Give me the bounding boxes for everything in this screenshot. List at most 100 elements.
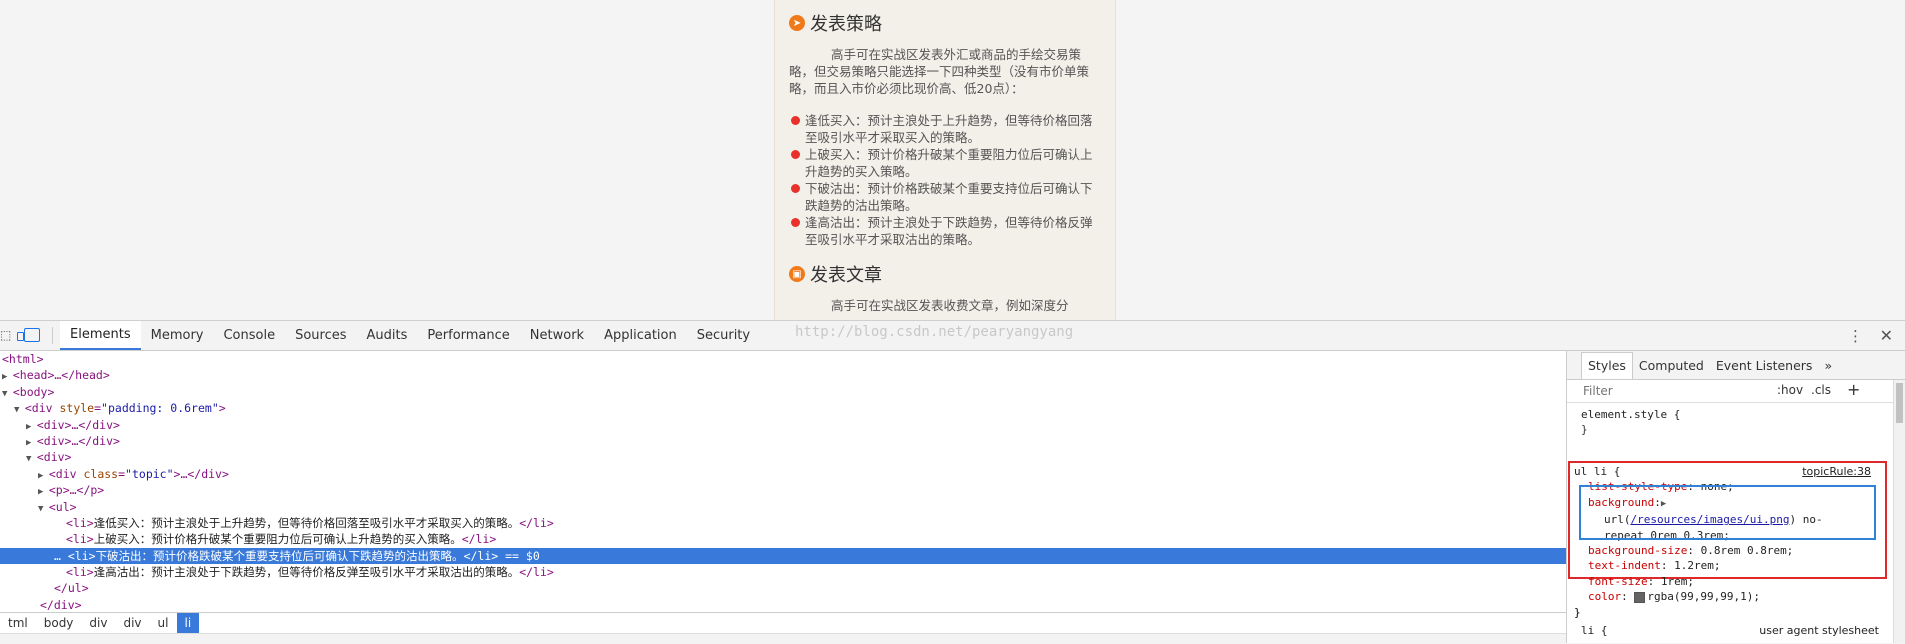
expand-triangle-icon[interactable]: ▶ xyxy=(38,471,49,481)
dom-node-div[interactable]: ▶ <div>…</div> xyxy=(0,433,1566,449)
sidebar-tabs: Styles Computed Event Listeners » xyxy=(1567,351,1905,380)
dom-node-li[interactable]: <li>逢低买入：预计主浪处于上升趋势，但等待价格回落至吸引水平才采取买入的策略… xyxy=(0,515,1566,531)
expand-triangle-icon[interactable]: ▶ xyxy=(26,422,37,432)
toolbar-divider xyxy=(52,327,53,344)
dom-tree: <html> ▶ <head>…</head> ▼ <body> ▼ <div … xyxy=(0,351,1566,612)
devtools-toolbar: ⬚ Elements Memory Console Sources Audits… xyxy=(0,321,1905,351)
breadcrumb-ul[interactable]: ul xyxy=(150,613,177,633)
dom-node-div-padding[interactable]: ▼ <div style="padding: 0.6rem"> xyxy=(0,400,1566,416)
strategy-list: 逢低买入：预计主浪处于上升趋势，但等待价格回落至吸引水平才采取买入的策略。 上破… xyxy=(789,112,1101,248)
val-text-indent[interactable]: 1.2rem; xyxy=(1674,559,1720,572)
more-menu-icon[interactable]: ⋮ xyxy=(1848,327,1863,345)
ul-li-rule: ul li {topicRule:38 list-style-type: non… xyxy=(1568,461,1887,619)
section1-title-text: 发表策略 xyxy=(810,14,882,35)
prop-font-size[interactable]: font-size xyxy=(1588,575,1648,588)
tab-computed[interactable]: Computed xyxy=(1633,353,1710,379)
rule-selector[interactable]: ul li { xyxy=(1574,465,1620,478)
tab-event-listeners[interactable]: Event Listeners xyxy=(1710,353,1819,379)
section-title-articles: ▣ 发表文章 xyxy=(789,261,882,287)
dom-node-head[interactable]: ▶ <head>…</head> xyxy=(0,367,1566,383)
device-toolbar-icon[interactable] xyxy=(17,328,40,342)
list-item: 下破沽出：预计价格跌破某个重要支持位后可确认下跌趋势的沽出策略。 xyxy=(789,180,1101,214)
dom-node-li[interactable]: <li>逢高沽出：预计主浪处于下跌趋势，但等待价格反弹至吸引水平才采取沽出的策略… xyxy=(0,564,1566,580)
tab-styles[interactable]: Styles xyxy=(1581,352,1633,379)
dom-node-ul-close[interactable]: </ul> xyxy=(0,580,1566,596)
drawer-strip xyxy=(0,633,1566,644)
breadcrumb: tml body div div ul li xyxy=(0,612,1566,633)
articles-paragraph: 高手可在实战区发表收费文章，例如深度分 xyxy=(831,298,1069,313)
close-brace: } xyxy=(1574,605,1581,619)
tab-application[interactable]: Application xyxy=(594,321,687,350)
dom-node-div[interactable]: ▼ <div> xyxy=(0,449,1566,465)
list-item: 逢低买入：预计主浪处于上升趋势，但等待价格回落至吸引水平才采取买入的策略。 xyxy=(789,112,1101,146)
expand-triangle-icon[interactable]: ▶ xyxy=(2,372,13,382)
breadcrumb-div[interactable]: div xyxy=(115,613,149,633)
article-icon: ▣ xyxy=(789,266,805,282)
li-ua-rule: li { user agent stylesheet xyxy=(1567,623,1893,638)
element-style-selector[interactable]: element.style { xyxy=(1581,408,1680,421)
new-rule-plus-icon[interactable]: + xyxy=(1847,380,1860,399)
rule-source-link[interactable]: topicRule:38 xyxy=(1802,464,1871,479)
prop-background-size[interactable]: background-size xyxy=(1588,544,1687,557)
tab-performance[interactable]: Performance xyxy=(417,321,519,350)
devtools-panel: ⬚ Elements Memory Console Sources Audits… xyxy=(0,320,1905,644)
val-background-size[interactable]: 0.8rem 0.8rem; xyxy=(1701,544,1794,557)
breadcrumb-html[interactable]: tml xyxy=(0,613,36,633)
close-brace: } xyxy=(1581,423,1588,437)
tab-console[interactable]: Console xyxy=(213,321,285,350)
dom-node-li[interactable]: <li>上破买入：预计价格升破某个重要阻力位后可确认上升趋势的买入策略。</li… xyxy=(0,531,1566,547)
panel-tabs: Elements Memory Console Sources Audits P… xyxy=(60,321,760,350)
ua-source: user agent stylesheet xyxy=(1759,624,1879,637)
val-font-size[interactable]: 1rem; xyxy=(1661,575,1694,588)
prop-color[interactable]: color xyxy=(1588,590,1621,603)
section2-title-text: 发表文章 xyxy=(810,265,882,286)
dom-node-html[interactable]: <html> xyxy=(0,351,1566,367)
watermark: http://blog.csdn.net/pearyangyang xyxy=(795,324,1074,340)
section-title-strategy: ➤ 发表策略 xyxy=(789,10,882,36)
expand-triangle-icon[interactable]: ▶ xyxy=(38,487,49,497)
filter-row: :hov .cls + xyxy=(1567,380,1893,403)
dom-node-li-selected[interactable]: … <li>下破沽出：预计价格跌破某个重要支持位后可确认下跌趋势的沽出策略。</… xyxy=(0,547,1566,565)
collapse-triangle-icon[interactable]: ▼ xyxy=(26,454,37,464)
tab-audits[interactable]: Audits xyxy=(357,321,418,350)
dom-node-ul[interactable]: ▼ <ul> xyxy=(0,499,1566,515)
collapse-triangle-icon[interactable]: ▼ xyxy=(2,389,13,399)
close-icon[interactable]: ✕ xyxy=(1880,326,1893,345)
dom-node-body[interactable]: ▼ <body> xyxy=(0,384,1566,400)
expand-triangle-icon[interactable]: ▶ xyxy=(26,438,37,448)
strategy-paragraph: 高手可在实战区发表外汇或商品的手绘交易策略，但交易策略只能选择一下四种类型（没有… xyxy=(789,47,1090,96)
send-icon: ➤ xyxy=(789,15,805,31)
tab-sources[interactable]: Sources xyxy=(285,321,356,350)
more-tabs-icon[interactable]: » xyxy=(1818,353,1838,379)
dom-node-div-topic[interactable]: ▶ <div class="topic">…</div> xyxy=(0,466,1566,482)
cls-toggle[interactable]: .cls xyxy=(1811,383,1831,397)
tab-elements[interactable]: Elements xyxy=(60,321,141,350)
inspect-element-icon[interactable]: ⬚ xyxy=(0,328,16,342)
breadcrumb-body[interactable]: body xyxy=(36,613,82,633)
background-highlight-box xyxy=(1579,485,1876,540)
filter-input[interactable] xyxy=(1581,383,1735,399)
list-item: 逢高沽出：预计主浪处于下跌趋势，但等待价格反弹至吸引水平才采取沽出的策略。 xyxy=(789,214,1101,248)
val-color[interactable]: rgba(99,99,99,1); xyxy=(1647,590,1760,603)
prop-text-indent[interactable]: text-indent xyxy=(1588,559,1661,572)
collapse-triangle-icon[interactable]: ▼ xyxy=(14,405,25,415)
styles-pane: Styles Computed Event Listeners » :hov .… xyxy=(1566,351,1905,643)
tab-network[interactable]: Network xyxy=(520,321,594,350)
dom-node-p[interactable]: ▶ <p>…</p> xyxy=(0,482,1566,498)
tab-memory[interactable]: Memory xyxy=(141,321,214,350)
list-item: 上破买入：预计价格升破某个重要阻力位后可确认上升趋势的买入策略。 xyxy=(789,146,1101,180)
element-style-rule: element.style { } xyxy=(1567,407,1893,438)
breadcrumb-div[interactable]: div xyxy=(81,613,115,633)
scrollbar-thumb[interactable] xyxy=(1896,383,1903,423)
hov-toggle[interactable]: :hov xyxy=(1777,383,1803,397)
styles-scrollbar[interactable] xyxy=(1893,380,1905,643)
tab-security[interactable]: Security xyxy=(687,321,760,350)
dom-node-div[interactable]: ▶ <div>…</div> xyxy=(0,417,1566,433)
breadcrumb-li[interactable]: li xyxy=(176,613,200,633)
page-preview: ➤ 发表策略 高手可在实战区发表外汇或商品的手绘交易策略，但交易策略只能选择一下… xyxy=(0,0,1905,320)
dom-node-div-close[interactable]: </div> xyxy=(0,597,1566,612)
article: ➤ 发表策略 高手可在实战区发表外汇或商品的手绘交易策略，但交易策略只能选择一下… xyxy=(774,0,1116,320)
color-swatch[interactable] xyxy=(1634,591,1646,603)
collapse-triangle-icon[interactable]: ▼ xyxy=(38,504,49,514)
li-selector[interactable]: li { xyxy=(1581,624,1608,637)
